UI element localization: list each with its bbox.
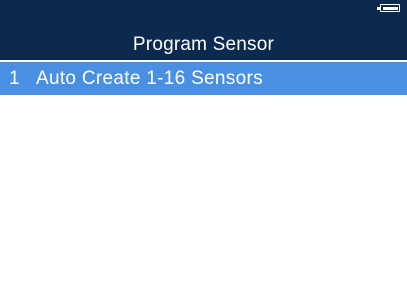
battery-terminal: [377, 6, 380, 10]
menu-item-index: 1: [9, 67, 20, 89]
header-bar: Program Sensor: [0, 0, 407, 60]
battery-icon: [377, 4, 400, 12]
menu-item-auto-create[interactable]: 1 Auto Create 1-16 Sensors: [0, 62, 407, 95]
menu-list: 1 Auto Create 1-16 Sensors: [0, 62, 407, 306]
battery-level: [382, 6, 398, 10]
page-title: Program Sensor: [132, 34, 275, 55]
device-screen: Program Sensor 1 Auto Create 1-16 Sensor…: [0, 0, 407, 306]
menu-item-label: Auto Create 1-16 Sensors: [36, 67, 263, 89]
